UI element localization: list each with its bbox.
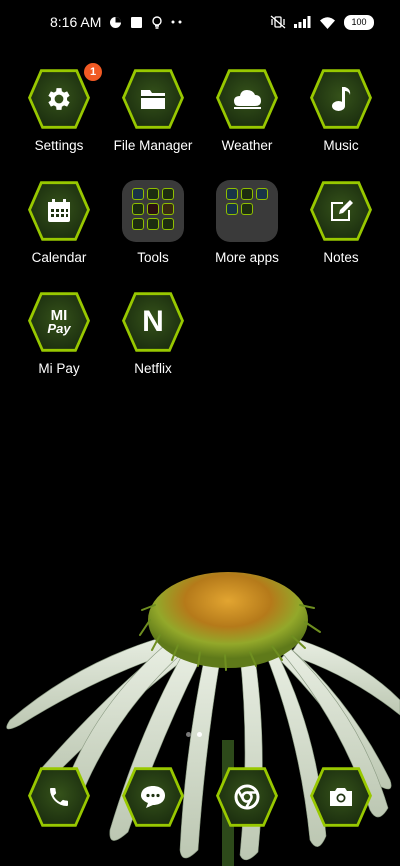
folder-icon — [141, 90, 165, 109]
app-calendar[interactable]: Calendar — [12, 180, 106, 265]
app-label: Settings — [34, 138, 84, 153]
mi-pay-hex: MI Pay — [28, 292, 90, 352]
dock-phone[interactable] — [28, 766, 90, 828]
app-netflix[interactable]: N Netflix — [106, 291, 200, 376]
calendar-icon — [48, 199, 70, 222]
app-label: Weather — [221, 138, 273, 153]
app-label: File Manager — [113, 138, 193, 153]
data-saver-icon — [109, 16, 122, 29]
netflix-hex: N — [122, 292, 184, 352]
wifi-icon — [319, 16, 336, 29]
app-settings[interactable]: 1 Settings — [12, 63, 106, 153]
app-label: Calendar — [31, 250, 87, 265]
vibrate-mute-icon — [270, 15, 286, 29]
phone-icon — [50, 788, 68, 806]
netflix-icon: N — [142, 305, 164, 338]
more-notifications-icon — [171, 20, 183, 24]
dock-camera[interactable] — [310, 766, 372, 828]
battery-indicator: 100 — [344, 14, 374, 30]
calendar-hex — [28, 181, 90, 241]
edit-note-icon — [331, 200, 353, 221]
page-dot — [186, 732, 191, 737]
status-time: 8:16 AM — [50, 14, 102, 30]
app-label: Mi Pay — [38, 361, 80, 376]
app-label: Tools — [137, 250, 169, 265]
app-label: Notes — [323, 250, 359, 265]
app-notes[interactable]: Notes — [294, 180, 388, 265]
app-label: Music — [323, 138, 359, 153]
app-mi-pay[interactable]: MI Pay Mi Pay — [12, 291, 106, 376]
location-bulb-icon — [151, 15, 163, 29]
mi-pay-icon: MI Pay — [31, 295, 87, 349]
weather-hex — [216, 69, 278, 129]
dock-browser[interactable] — [216, 766, 278, 828]
app-music[interactable]: Music — [294, 68, 388, 153]
settings-hex — [28, 69, 90, 129]
notification-badge: 1 — [84, 63, 102, 81]
notification-square-icon — [130, 16, 143, 29]
cloud-sun-icon — [234, 90, 261, 109]
app-file-manager[interactable]: File Manager — [106, 68, 200, 153]
app-label: Netflix — [134, 361, 172, 376]
folder-tools[interactable]: Tools — [106, 180, 200, 265]
dock-messages[interactable] — [122, 766, 184, 828]
folder-group-icon — [216, 180, 278, 242]
chat-icon — [141, 786, 165, 808]
gear-icon — [48, 88, 70, 110]
file-manager-hex — [122, 69, 184, 129]
status-bar: 8:16 AM 100 — [0, 0, 400, 44]
app-label: More apps — [215, 250, 279, 265]
camera-icon — [330, 788, 352, 806]
signal-icon — [294, 16, 311, 28]
chrome-icon — [234, 784, 260, 810]
page-dot-active — [197, 732, 202, 737]
music-hex — [310, 69, 372, 129]
notes-hex — [310, 181, 372, 241]
app-weather[interactable]: Weather — [200, 68, 294, 153]
folder-more-apps[interactable]: More apps — [200, 180, 294, 265]
music-note-icon — [332, 87, 351, 111]
folder-group-icon — [122, 180, 184, 242]
page-indicator — [186, 732, 202, 737]
